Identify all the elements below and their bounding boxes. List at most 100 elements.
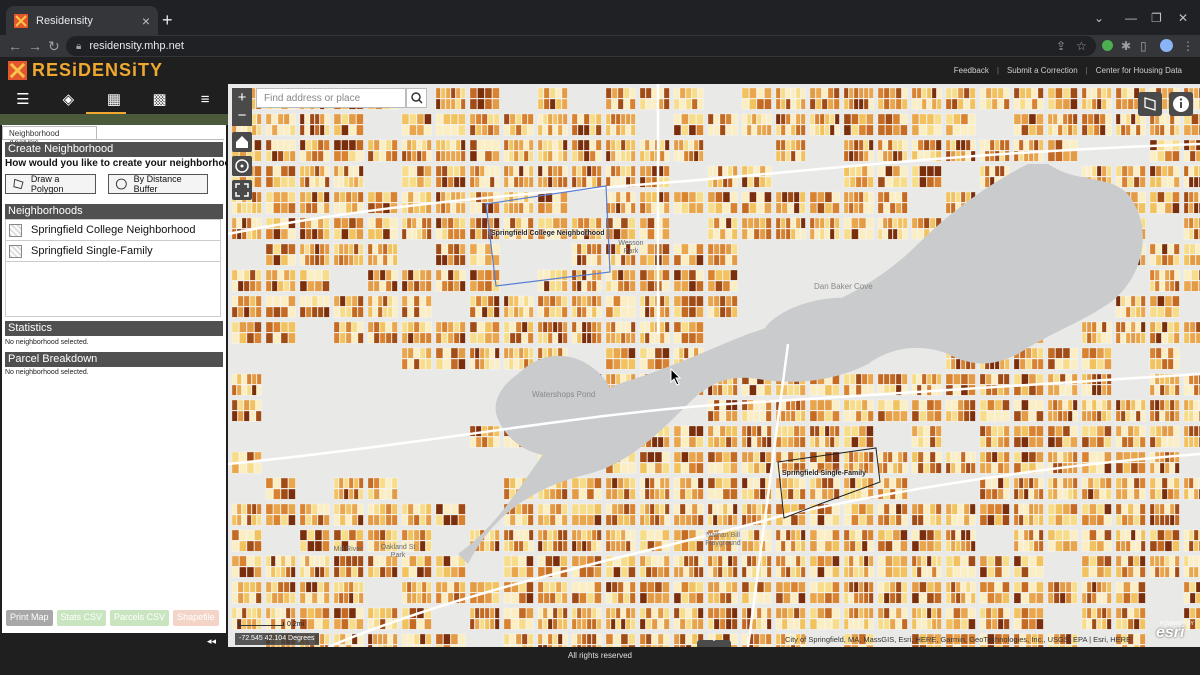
parcel [654, 451, 663, 463]
parcel [605, 124, 611, 136]
list-icon[interactable]: ☰ [8, 90, 38, 108]
parcel [586, 503, 595, 515]
layers-icon[interactable]: ◈ [53, 90, 83, 108]
parcel [780, 217, 786, 229]
parcel [450, 202, 456, 214]
parcel [793, 488, 800, 500]
parcel [1106, 87, 1112, 99]
parcel [917, 228, 924, 240]
parcel [756, 384, 765, 396]
parcel [679, 633, 686, 645]
minimize-icon[interactable]: — [1125, 11, 1137, 25]
parcel [1133, 618, 1140, 630]
map-canvas[interactable] [228, 84, 1200, 647]
parcel [968, 124, 976, 136]
feedback-link[interactable]: Feedback [954, 66, 989, 75]
back-icon[interactable]: ← [8, 38, 22, 54]
parcel [425, 321, 432, 333]
profile-avatar[interactable] [1160, 39, 1173, 52]
parcel [305, 514, 312, 526]
parcel [688, 202, 697, 214]
parcel [1036, 451, 1044, 463]
parcel [1101, 607, 1107, 619]
bookmark-star-icon[interactable]: ☆ [1076, 39, 1087, 53]
parcel [681, 295, 689, 307]
parcel [469, 280, 478, 292]
list-item[interactable]: Springfield College Neighborhood [6, 220, 220, 241]
restore-icon[interactable]: ❐ [1151, 11, 1162, 25]
extensions-icon[interactable]: ✱ [1121, 39, 1131, 53]
parcel [561, 503, 568, 515]
parcel [453, 228, 460, 240]
parcel [562, 139, 568, 151]
parcel [985, 87, 992, 99]
side-panel-icon[interactable]: ▯ [1140, 39, 1147, 53]
reload-icon[interactable]: ↻ [48, 38, 60, 55]
tab-close-icon[interactable]: × [142, 13, 150, 29]
parcel [843, 217, 852, 229]
parcel [1159, 384, 1165, 396]
parcel [662, 243, 670, 255]
parcel [549, 87, 556, 99]
parcel [494, 165, 500, 177]
parcel [663, 436, 670, 448]
parcel [630, 618, 636, 630]
submit-correction-link[interactable]: Submit a Correction [1007, 66, 1078, 75]
parcel [764, 581, 772, 593]
tab-search-icon[interactable]: ⌄ [1094, 11, 1104, 25]
legend-icon[interactable]: ≡ [190, 91, 220, 108]
separator: | [996, 66, 999, 75]
parcel [785, 139, 791, 151]
parcel [645, 566, 652, 578]
tab-neighborhood-analysis[interactable]: Neighborhood Analysis [2, 126, 97, 147]
parcel [681, 436, 689, 448]
grid-icon[interactable]: ▩ [145, 90, 175, 108]
parcel [800, 150, 806, 162]
parcel [722, 462, 731, 474]
parcel [571, 113, 578, 125]
collapse-panel-icon[interactable]: ◂◂ [207, 636, 216, 647]
parcel [673, 529, 682, 541]
parcels-csv-button[interactable]: Parcels CSV [110, 610, 170, 626]
parcel [916, 607, 922, 619]
parcel [935, 436, 942, 448]
parcel [477, 321, 485, 333]
parcel [475, 228, 482, 240]
parcel [968, 566, 976, 578]
parcel [858, 139, 864, 151]
stats-csv-button[interactable]: Stats CSV [56, 610, 107, 626]
address-bar[interactable]: 🔒︎ residensity.mhp.net [66, 36, 1096, 56]
parcel [526, 607, 534, 619]
share-icon[interactable]: ⇪ [1056, 39, 1066, 53]
center-housing-data-link[interactable]: Center for Housing Data [1096, 66, 1182, 75]
distance-buffer-button[interactable]: By Distance Buffer [108, 174, 208, 194]
list-item[interactable]: Springfield Single-Family [6, 241, 220, 262]
extension-icon[interactable] [1102, 40, 1113, 51]
parcel [926, 607, 932, 619]
new-tab-icon[interactable]: + [162, 10, 173, 31]
browser-tab[interactable]: Residensity × [6, 6, 158, 35]
parcel [1072, 462, 1078, 474]
parcel [576, 306, 582, 318]
parcel [647, 358, 655, 370]
draw-polygon-button[interactable]: Draw a Polygon [5, 174, 96, 194]
parcel [1055, 150, 1063, 162]
parcel [280, 176, 289, 188]
parcel [741, 228, 748, 240]
parcel [747, 451, 754, 463]
parcel [1159, 124, 1165, 136]
close-window-icon[interactable]: ✕ [1178, 11, 1188, 25]
parcel [256, 514, 262, 526]
parcel [311, 581, 318, 593]
chrome-menu-icon[interactable]: ⋮ [1182, 39, 1194, 53]
parcel [688, 150, 694, 162]
print-map-button[interactable]: Print Map [6, 610, 53, 626]
forward-icon[interactable]: → [28, 38, 42, 54]
shapefile-button[interactable]: Shapefile [173, 610, 219, 626]
map-view[interactable]: Watershops Pond Dan Baker Cove Wesson Pa… [228, 84, 1200, 647]
parcel [333, 477, 339, 489]
neighborhood-analysis-icon[interactable]: ▦ [99, 90, 129, 108]
parcel [372, 254, 378, 266]
parcel [605, 618, 611, 630]
parcel [458, 566, 466, 578]
